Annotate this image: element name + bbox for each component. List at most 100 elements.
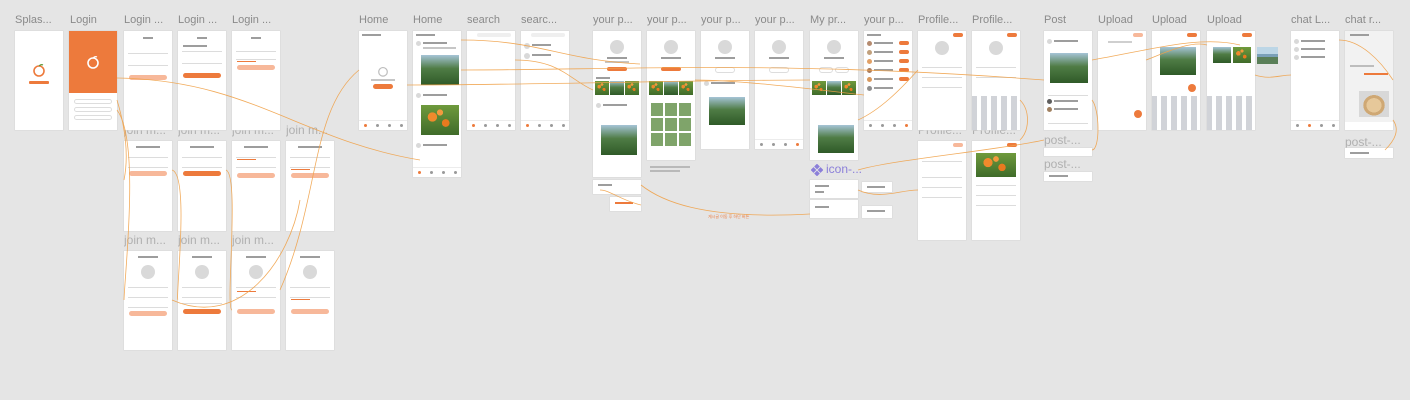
edit-profile-button[interactable] [818, 67, 834, 73]
upload-button[interactable] [1242, 33, 1252, 37]
frame-label-login-email-3[interactable]: Login ... [232, 14, 280, 27]
start-button[interactable] [236, 309, 276, 314]
sent-image[interactable] [1359, 91, 1389, 117]
username-field[interactable] [181, 287, 223, 288]
frame-chat-room[interactable] [1345, 31, 1393, 130]
frame-your-profile-1-modal[interactable] [610, 197, 641, 211]
avatar[interactable] [416, 93, 421, 98]
frame-label-my-profile[interactable]: My pr... [810, 14, 858, 27]
unfollow-button[interactable] [769, 67, 789, 73]
menu-item[interactable] [597, 184, 613, 186]
frame-upload-2[interactable] [1152, 31, 1200, 130]
chat-tab-icon[interactable] [484, 124, 487, 127]
search-input[interactable] [477, 33, 511, 37]
frame-join-8[interactable] [286, 251, 334, 350]
frame-join-6[interactable] [178, 251, 226, 350]
frame-label-home-empty[interactable]: Home [359, 14, 407, 27]
avatar[interactable] [1294, 47, 1299, 52]
profile-tab-icon[interactable] [796, 143, 799, 146]
username-field[interactable] [235, 287, 277, 288]
frame-post-4[interactable] [1345, 148, 1393, 158]
avatar[interactable] [867, 50, 872, 55]
link-field[interactable] [975, 205, 1017, 206]
upload-button[interactable] [1187, 33, 1197, 37]
post-tab-icon[interactable] [1320, 124, 1323, 127]
home-tab-icon[interactable] [472, 124, 475, 127]
product-image[interactable] [610, 81, 624, 95]
price-field[interactable] [921, 187, 963, 188]
google-login-button[interactable] [73, 107, 113, 112]
email-field[interactable] [235, 51, 277, 52]
keyboard[interactable] [972, 96, 1020, 130]
password-field[interactable] [127, 65, 169, 66]
frame-join-4[interactable] [286, 141, 334, 231]
frame-label-login-email-2[interactable]: Login ... [178, 14, 226, 27]
follow-button[interactable] [899, 59, 909, 63]
frame-profile-4[interactable] [972, 141, 1020, 240]
product-image[interactable] [812, 81, 826, 95]
username-field[interactable] [975, 67, 1017, 68]
frame-label-your-profile-4[interactable]: your p... [755, 14, 803, 27]
frame-label-join-6[interactable]: join m... [178, 234, 226, 247]
password-field[interactable] [181, 63, 223, 64]
user-name[interactable] [531, 44, 551, 46]
account-id-field[interactable] [127, 297, 169, 298]
account-id-field[interactable] [181, 297, 223, 298]
frame-join-5[interactable] [124, 251, 172, 350]
next-button[interactable] [236, 173, 276, 178]
menu-item[interactable] [1349, 152, 1369, 154]
keyboard[interactable] [1152, 96, 1200, 130]
frame-post-3[interactable] [1044, 172, 1092, 181]
next-button[interactable] [290, 173, 330, 178]
profile-tab-icon[interactable] [905, 124, 908, 127]
password-field[interactable] [181, 167, 223, 168]
chat-preview[interactable] [1300, 56, 1325, 58]
intro-field[interactable] [921, 87, 963, 88]
price-field[interactable] [975, 195, 1017, 196]
kakao-login-button[interactable] [73, 99, 113, 104]
frame-label-login[interactable]: Login [70, 14, 110, 27]
frame-label-your-profile-3[interactable]: your p... [701, 14, 749, 27]
login-button[interactable] [182, 73, 222, 78]
profile-tab-icon[interactable] [1332, 124, 1335, 127]
image-upload-button[interactable] [1134, 110, 1142, 118]
product-image[interactable] [976, 153, 1016, 177]
frame-your-profile-2[interactable] [647, 31, 695, 160]
frame-login-email-2[interactable] [178, 31, 226, 130]
frame-label-upload-3[interactable]: Upload [1207, 14, 1255, 27]
album-image[interactable] [664, 133, 678, 146]
frame-login-email-3[interactable] [232, 31, 280, 130]
frame-label-post[interactable]: Post [1044, 14, 1092, 27]
frame-your-profile-5[interactable] [864, 31, 912, 130]
selected-image[interactable] [1213, 47, 1231, 63]
profile-image-upload[interactable] [195, 265, 209, 279]
chat-tab-icon[interactable] [881, 124, 884, 127]
home-tab-icon[interactable] [1296, 124, 1299, 127]
frame-home-feed[interactable] [413, 31, 461, 177]
start-button[interactable] [290, 309, 330, 314]
menu-item[interactable] [814, 206, 830, 208]
avatar[interactable] [1294, 55, 1299, 60]
product-image[interactable] [827, 81, 841, 95]
four-diamond-component-icon[interactable] [810, 163, 824, 177]
avatar[interactable] [524, 53, 530, 59]
link-field[interactable] [921, 197, 963, 198]
product-image[interactable] [595, 81, 609, 95]
frame-label-join-7[interactable]: join m... [232, 234, 280, 247]
frame-your-profile-1-menu[interactable] [593, 180, 641, 194]
album-image[interactable] [679, 133, 692, 146]
frame-label-profile-1[interactable]: Profile... [918, 14, 966, 27]
frame-chat-list[interactable] [1291, 31, 1339, 130]
chat-tab-icon[interactable] [1308, 124, 1311, 127]
frame-post[interactable] [1044, 31, 1092, 130]
product-image-field[interactable] [921, 161, 963, 162]
product-image[interactable] [679, 81, 693, 95]
password-field[interactable] [127, 167, 169, 168]
frame-profile-3[interactable] [918, 141, 966, 240]
frame-label-join-5[interactable]: join m... [124, 234, 172, 247]
frame-search-results[interactable] [521, 31, 569, 130]
username-field[interactable] [289, 287, 331, 288]
avatar[interactable] [867, 59, 872, 64]
profile-tab-icon[interactable] [508, 124, 511, 127]
search-users-button[interactable] [373, 84, 393, 89]
